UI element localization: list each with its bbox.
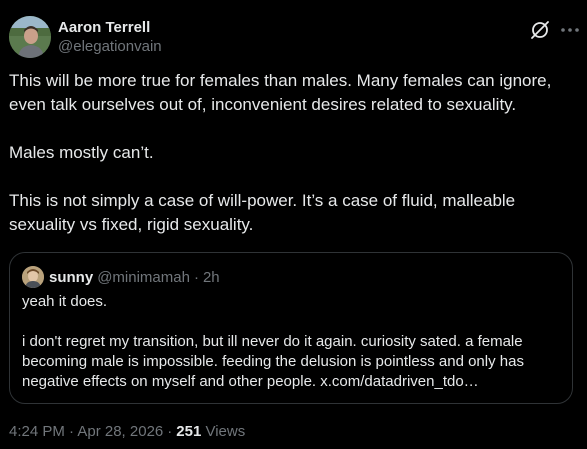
avatar-image — [9, 16, 51, 58]
tweet-paragraph: Males mostly can’t. — [9, 143, 154, 162]
tweet-meta: 4:24 PM · Apr 28, 2026 · 251 Views — [9, 423, 245, 440]
author-handle[interactable]: @elegationvain — [58, 37, 162, 57]
tweet-body: This will be more true for females than … — [9, 69, 579, 237]
separator-dot: · — [167, 423, 173, 440]
quoted-author-handle[interactable]: @minimamah — [97, 269, 190, 286]
more-dots-icon[interactable] — [559, 22, 581, 38]
tweet-paragraph: This will be more true for females than … — [9, 71, 552, 114]
author-display-name[interactable]: Aaron Terrell — [58, 18, 162, 37]
quoted-tweet-body: yeah it does. i don't regret my transiti… — [22, 292, 562, 392]
grok-slash-icon[interactable] — [529, 19, 551, 41]
quoted-author-avatar[interactable] — [22, 266, 44, 288]
quoted-paragraph: i don't regret my transition, but ill ne… — [22, 333, 524, 390]
quoted-paragraph: yeah it does. — [22, 293, 108, 310]
quoted-tweet-time[interactable]: 2h — [203, 269, 220, 286]
quoted-avatar-image — [22, 266, 44, 288]
quoted-tweet[interactable]: sunny @minimamah · 2h yeah it does. i do… — [9, 252, 573, 404]
views-label: Views — [205, 423, 246, 440]
tweet: Aaron Terrell @elegationvain This will b… — [0, 0, 587, 449]
separator-dot: · — [193, 268, 199, 286]
quoted-tweet-header: sunny @minimamah · 2h — [22, 265, 220, 289]
author-names: Aaron Terrell @elegationvain — [58, 18, 162, 57]
tweet-timestamp[interactable]: 4:24 PM · Apr 28, 2026 — [9, 423, 163, 440]
tweet-header: Aaron Terrell @elegationvain — [9, 16, 579, 60]
author-avatar[interactable] — [9, 16, 51, 58]
views-count: 251 — [176, 423, 202, 440]
quoted-author-display-name[interactable]: sunny — [49, 269, 93, 286]
tweet-paragraph: This is not simply a case of will-power.… — [9, 191, 516, 234]
